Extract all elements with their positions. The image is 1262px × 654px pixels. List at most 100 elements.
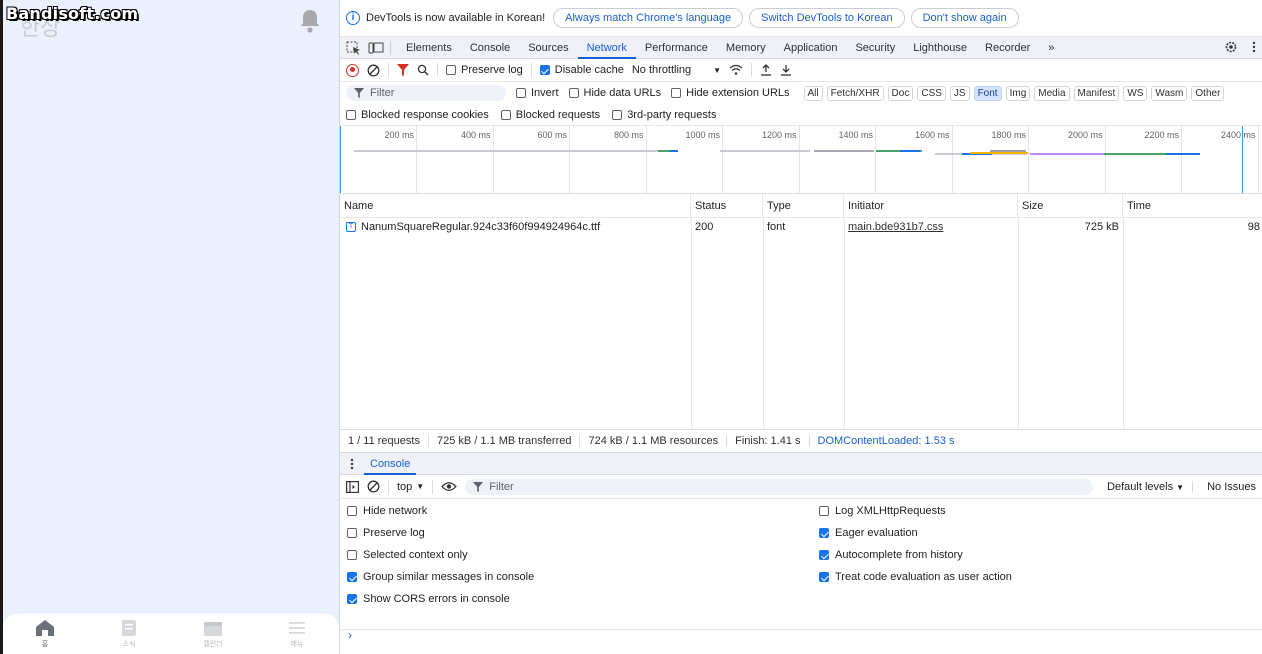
type-doc-button[interactable]: Doc (887, 85, 914, 101)
column-name[interactable]: Name (340, 194, 691, 217)
tab-lighthouse[interactable]: Lighthouse (904, 37, 976, 59)
hide-extension-urls-checkbox[interactable]: Hide extension URLs (671, 87, 790, 99)
tab-memory[interactable]: Memory (717, 37, 775, 59)
tab-sources[interactable]: Sources (519, 37, 577, 59)
column-size[interactable]: Size (1018, 194, 1123, 217)
eager-evaluation-checkbox[interactable]: Eager evaluation (819, 527, 918, 539)
network-conditions-icon[interactable] (729, 64, 743, 76)
issues-counter[interactable]: No Issues (1201, 481, 1262, 493)
tab-application[interactable]: Application (775, 37, 847, 59)
type-other-button[interactable]: Other (1191, 85, 1225, 101)
drawer-tab-console[interactable]: Console (364, 453, 417, 475)
type-media-button[interactable]: Media (1034, 85, 1070, 101)
sidebar-toggle-icon[interactable] (346, 480, 359, 493)
invert-checkbox[interactable]: Invert (516, 87, 559, 99)
bell-icon[interactable] (298, 8, 322, 34)
initiator-link[interactable]: main.bde931b7.css (848, 221, 943, 233)
clear-icon[interactable] (367, 64, 380, 77)
checkbox-box[interactable] (347, 594, 357, 604)
hide-extension-urls-label: Hide extension URLs (686, 87, 790, 99)
blocked-cookies-checkbox[interactable]: Blocked response cookies (346, 109, 489, 121)
switch-korean-button[interactable]: Switch DevTools to Korean (749, 8, 905, 28)
console-prompt-chevron-icon[interactable]: › (348, 628, 352, 642)
console-filter-input[interactable]: Filter (465, 478, 1094, 495)
type-all-button[interactable]: All (803, 85, 823, 101)
tab-console[interactable]: Console (461, 37, 519, 59)
checkbox-box[interactable] (568, 88, 579, 98)
context-selector[interactable]: top ▼ (397, 481, 424, 493)
checkbox-box[interactable] (347, 550, 357, 560)
checkbox-box[interactable] (819, 572, 829, 582)
type-css-button[interactable]: CSS (917, 85, 946, 101)
live-expression-eye-icon[interactable] (441, 481, 458, 492)
type-font-button[interactable]: Font (973, 85, 1002, 101)
search-icon[interactable] (417, 64, 429, 76)
filter-funnel-icon[interactable] (397, 64, 409, 76)
autocomplete-history-checkbox[interactable]: Autocomplete from history (819, 549, 963, 561)
setting-label: Eager evaluation (835, 527, 918, 539)
checkbox-box[interactable] (347, 528, 357, 538)
checkbox-box[interactable] (516, 88, 526, 98)
tab-network[interactable]: Network (577, 37, 636, 59)
tab-performance[interactable]: Performance (636, 37, 717, 59)
tab-elements[interactable]: Elements (397, 37, 461, 59)
column-type[interactable]: Type (763, 194, 844, 217)
filter-input[interactable]: Filter (346, 85, 506, 101)
match-language-button[interactable]: Always match Chrome's language (553, 8, 744, 28)
chevron-down-icon[interactable]: ▼ (713, 66, 721, 75)
hide-data-urls-checkbox[interactable]: Hide data URLs (568, 87, 661, 99)
clear-console-icon[interactable] (367, 480, 380, 493)
hide-network-checkbox[interactable]: Hide network (347, 505, 427, 517)
preserve-log-checkbox[interactable]: Preserve log (446, 64, 523, 76)
nav-news[interactable]: 소식 (99, 619, 159, 649)
log-xhr-checkbox[interactable]: Log XMLHttpRequests (819, 505, 946, 517)
type-img-button[interactable]: Img (1005, 85, 1031, 101)
device-toolbar-icon[interactable] (368, 41, 384, 55)
export-har-icon[interactable] (780, 64, 792, 76)
nav-home[interactable]: 홈 (15, 619, 75, 649)
checkbox-box[interactable] (347, 572, 357, 582)
tab-security[interactable]: Security (846, 37, 904, 59)
checkbox-box[interactable] (671, 88, 682, 98)
third-party-label: 3rd-party requests (627, 108, 717, 121)
network-overview-timeline[interactable]: 200 ms 400 ms 600 ms 800 ms 1000 ms 1200 ms 14… (340, 126, 1262, 194)
selected-context-checkbox[interactable]: Selected context only (347, 549, 468, 561)
checkbox-box[interactable] (347, 506, 357, 516)
type-fetch-button[interactable]: Fetch/XHR (826, 85, 884, 101)
checkbox-box[interactable] (500, 109, 511, 120)
type-ws-button[interactable]: WS (1123, 85, 1148, 101)
cors-errors-checkbox[interactable]: Show CORS errors in console (347, 593, 510, 605)
column-time[interactable]: Time (1123, 194, 1262, 217)
console-preserve-log-checkbox[interactable]: Preserve log (347, 527, 425, 539)
nav-menu[interactable]: 메뉴 (267, 619, 327, 649)
checkbox-box[interactable] (346, 109, 356, 120)
type-js-button[interactable]: JS (949, 85, 970, 101)
checkbox-box[interactable] (819, 550, 829, 560)
checkbox-box[interactable] (446, 65, 456, 75)
import-har-icon[interactable] (760, 64, 772, 76)
record-stop-icon[interactable] (346, 63, 359, 77)
type-wasm-button[interactable]: Wasm (1151, 85, 1188, 101)
throttling-select[interactable]: No throttling (632, 64, 691, 76)
checkbox-box[interactable] (612, 109, 623, 120)
tab-recorder[interactable]: Recorder (976, 37, 1039, 59)
inspect-element-icon[interactable] (346, 41, 362, 55)
more-tabs-icon[interactable]: » (1039, 37, 1063, 59)
dont-show-again-button[interactable]: Don't show again (910, 8, 1019, 28)
disable-cache-checkbox[interactable]: Disable cache (539, 64, 624, 76)
blocked-requests-checkbox[interactable]: Blocked requests (500, 109, 600, 121)
nav-calendar[interactable]: 캘린더 (183, 619, 243, 649)
column-initiator[interactable]: Initiator (844, 194, 1018, 217)
column-status[interactable]: Status (691, 194, 763, 217)
group-similar-checkbox[interactable]: Group similar messages in console (347, 571, 534, 583)
third-party-checkbox[interactable]: 3rd-party requests (612, 109, 716, 121)
settings-gear-icon[interactable] (1224, 40, 1238, 54)
log-levels-dropdown[interactable]: Default levels ▼ (1107, 480, 1194, 493)
checkbox-box[interactable] (819, 528, 829, 538)
drawer-menu-icon[interactable] (350, 458, 354, 470)
more-options-icon[interactable] (1252, 41, 1256, 53)
checkbox-box[interactable] (819, 506, 829, 516)
treat-as-user-action-checkbox[interactable]: Treat code evaluation as user action (819, 571, 1012, 583)
checkbox-box[interactable] (539, 65, 550, 75)
type-manifest-button[interactable]: Manifest (1073, 85, 1120, 101)
